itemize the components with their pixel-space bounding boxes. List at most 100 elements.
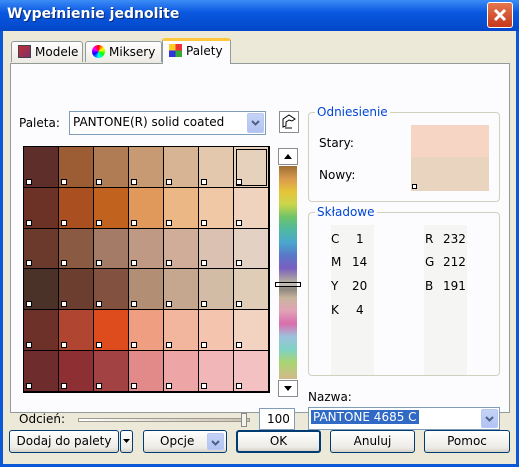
cancel-button[interactable]: Anuluj — [330, 430, 415, 453]
yellow-label: Y — [331, 279, 339, 293]
color-swatch[interactable] — [129, 187, 164, 229]
tint-slider-thumb[interactable] — [241, 413, 247, 427]
old-color-swatch — [411, 125, 489, 157]
color-swatch[interactable] — [199, 147, 234, 188]
color-swatch[interactable] — [59, 351, 94, 392]
color-swatch[interactable] — [24, 147, 59, 188]
color-swatch[interactable] — [94, 228, 129, 270]
color-swatch[interactable] — [24, 187, 59, 229]
color-swatch[interactable] — [94, 351, 129, 392]
components-title: Składowe — [315, 205, 377, 219]
color-swatch[interactable] — [94, 187, 129, 229]
color-swatch[interactable] — [234, 351, 269, 392]
tint-input-value: 100 — [267, 412, 290, 426]
color-name-value[interactable]: PANTONE 4685 C — [311, 410, 419, 424]
yellow-value: 20 — [352, 279, 368, 293]
chevron-down-icon — [485, 416, 494, 422]
color-swatch[interactable] — [59, 310, 94, 352]
scroll-thumb[interactable] — [275, 282, 301, 287]
color-swatch[interactable] — [164, 269, 199, 311]
black-value: 4 — [356, 303, 364, 317]
palette-scrollbar[interactable] — [275, 148, 301, 397]
color-swatch[interactable] — [164, 147, 199, 188]
color-swatch[interactable] — [24, 228, 59, 270]
color-swatch[interactable] — [59, 269, 94, 311]
open-palette-button[interactable] — [279, 111, 299, 133]
scroll-down-button[interactable] — [278, 380, 298, 397]
color-swatch[interactable] — [234, 269, 269, 311]
green-value: 212 — [443, 255, 466, 269]
color-swatch[interactable] — [94, 269, 129, 311]
color-swatch[interactable] — [164, 187, 199, 229]
tint-slider[interactable] — [78, 413, 250, 427]
color-name-select[interactable]: PANTONE 4685 C — [308, 407, 500, 430]
close-button[interactable] — [487, 2, 513, 28]
color-swatch[interactable] — [234, 147, 269, 188]
color-swatch[interactable] — [129, 147, 164, 188]
color-swatch[interactable] — [234, 310, 269, 352]
color-swatch[interactable] — [129, 351, 164, 392]
color-swatch[interactable] — [199, 351, 234, 392]
add-to-palette-menu-button[interactable] — [120, 430, 133, 453]
tab-modele[interactable]: Modele — [11, 41, 83, 62]
name-label: Nazwa: — [308, 390, 352, 404]
palette-grid-icon — [169, 44, 182, 57]
new-label: Nowy: — [319, 168, 356, 182]
window-title: Wypełnienie jednolite — [7, 6, 180, 22]
ok-label: OK — [269, 434, 288, 448]
tint-label: Odcień: — [19, 412, 66, 426]
color-swatch[interactable] — [59, 187, 94, 229]
options-label: Opcje — [160, 434, 195, 448]
triangle-down-icon — [123, 439, 130, 443]
color-swatch[interactable] — [24, 269, 59, 311]
title-bar[interactable]: Wypełnienie jednolite — [0, 0, 519, 31]
cancel-label: Anuluj — [353, 434, 392, 448]
color-swatch[interactable] — [24, 351, 59, 392]
color-swatch[interactable] — [199, 269, 234, 311]
color-swatch[interactable] — [164, 228, 199, 270]
green-label: G — [425, 255, 435, 269]
palette-color-strip[interactable] — [275, 166, 301, 379]
tint-input[interactable]: 100 — [259, 408, 295, 430]
color-swatch[interactable] — [164, 310, 199, 352]
color-swatch[interactable] — [94, 310, 129, 352]
palette-dropdown-button[interactable] — [247, 113, 264, 133]
red-value: 232 — [443, 232, 466, 246]
cyan-label: C — [331, 232, 340, 246]
palette-select[interactable]: PANTONE(R) solid coated — [69, 111, 266, 135]
tab-label: Miksery — [109, 45, 156, 59]
color-swatch[interactable] — [199, 310, 234, 352]
tab-palety[interactable]: Palety — [162, 38, 231, 64]
color-swatch[interactable] — [59, 147, 94, 188]
scroll-up-button[interactable] — [278, 148, 298, 165]
color-swatch[interactable] — [234, 228, 269, 270]
color-swatch[interactable] — [94, 147, 129, 188]
color-wheel-icon — [92, 45, 105, 58]
add-to-palette-button[interactable]: Dodaj do palety — [9, 430, 119, 453]
color-swatch[interactable] — [59, 228, 94, 270]
close-icon — [493, 8, 507, 22]
color-swatch[interactable] — [164, 351, 199, 392]
color-swatch[interactable] — [199, 228, 234, 270]
swatch-grid[interactable] — [23, 146, 270, 393]
color-swatch[interactable] — [129, 269, 164, 311]
black-label: K — [331, 303, 339, 317]
color-swatch[interactable] — [199, 187, 234, 229]
color-name-dropdown-button[interactable] — [481, 409, 498, 428]
blue-label: B — [425, 279, 434, 293]
color-swatch[interactable] — [24, 310, 59, 352]
color-swatch[interactable] — [129, 310, 164, 352]
ok-button[interactable]: OK — [236, 430, 321, 453]
tab-label: Palety — [186, 44, 223, 58]
color-swatch[interactable] — [234, 187, 269, 229]
color-swatch[interactable] — [129, 228, 164, 270]
magenta-value: 14 — [352, 255, 368, 269]
palette-select-value: PANTONE(R) solid coated — [73, 115, 225, 129]
tint-slider-track[interactable] — [78, 418, 250, 422]
cmyk-column — [331, 225, 374, 375]
tab-miksery[interactable]: Miksery — [85, 41, 162, 62]
help-button[interactable]: Pomoc — [424, 430, 510, 453]
tab-label: Modele — [35, 45, 79, 59]
new-color-swatch — [411, 157, 489, 191]
options-button[interactable]: Opcje — [143, 430, 227, 453]
